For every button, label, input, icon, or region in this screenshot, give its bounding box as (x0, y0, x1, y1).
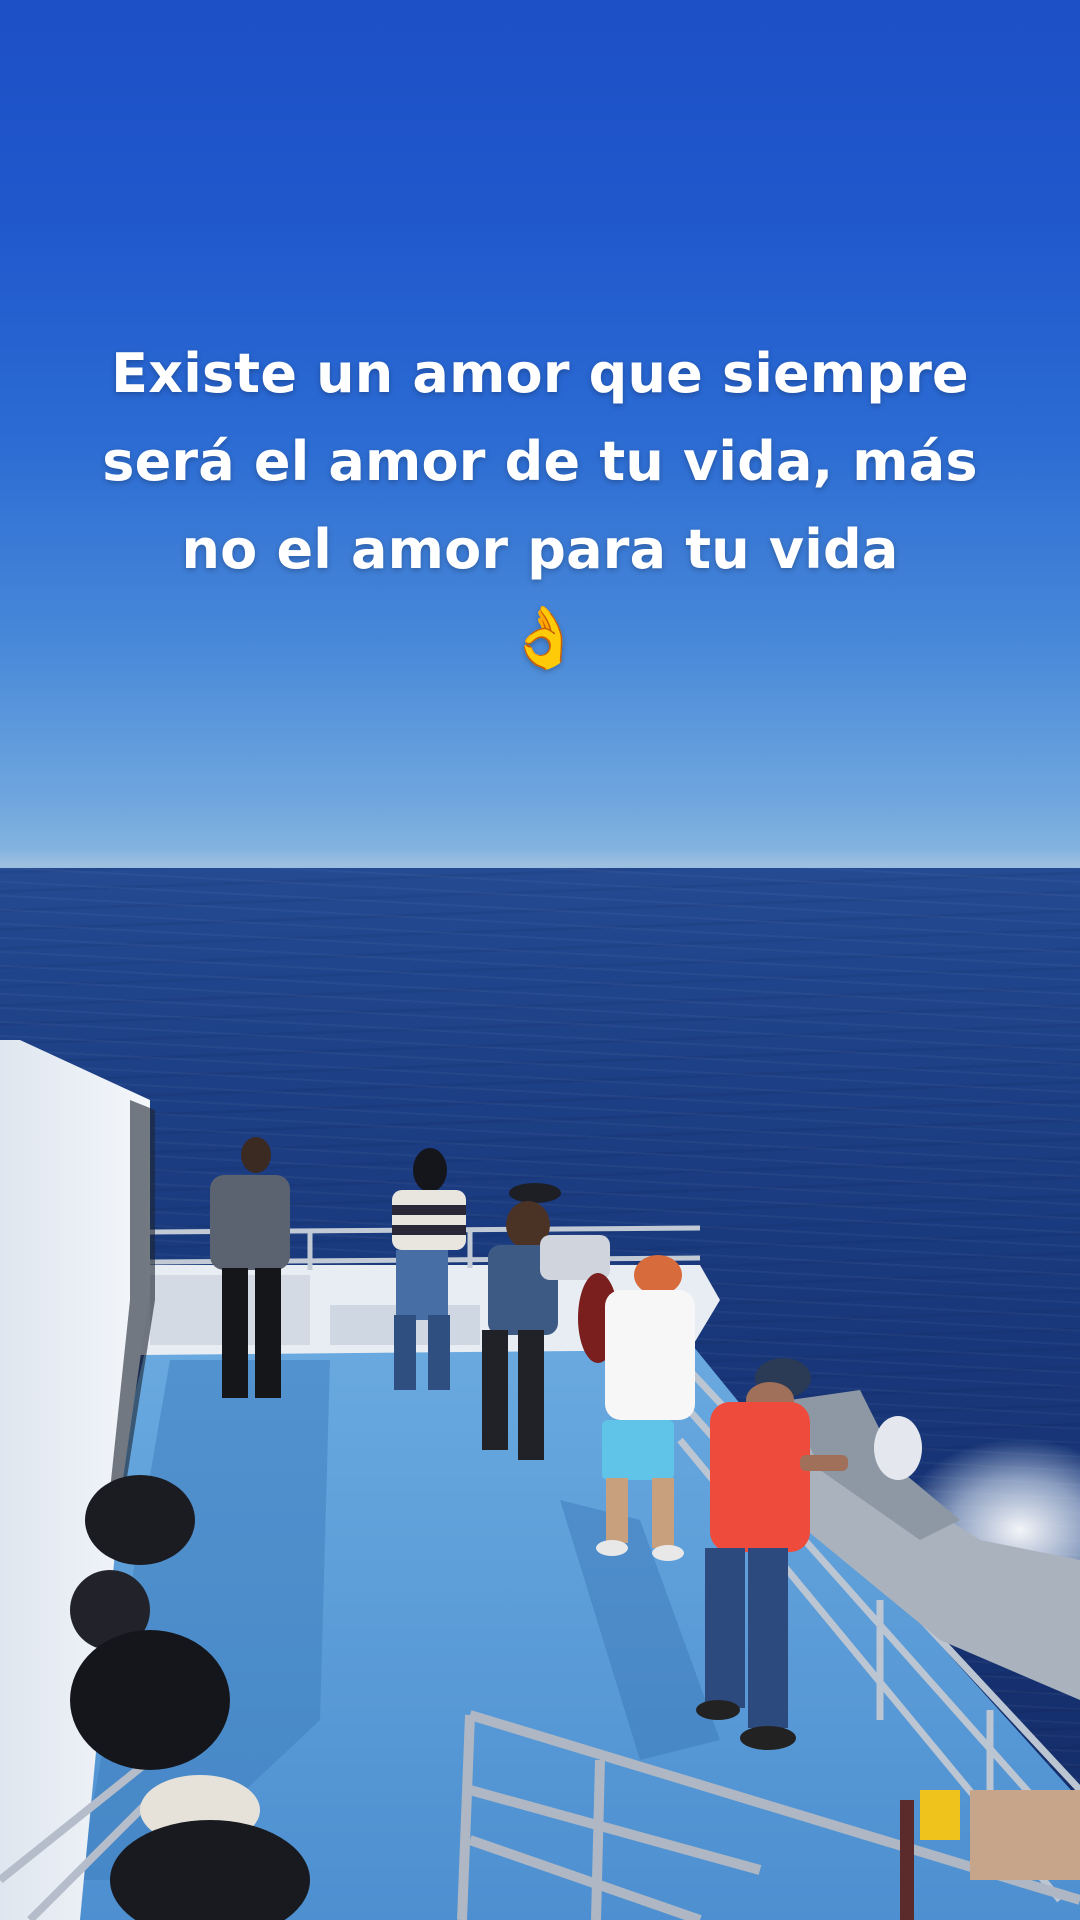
buoy (874, 1416, 922, 1480)
stair-post (900, 1800, 914, 1920)
crate (970, 1790, 1080, 1880)
ok-hand-emoji-icon: 👌 (506, 603, 582, 673)
caption-line-1: Existe un amor que siempre (111, 342, 969, 405)
caption-line-3-wrap: no el amor para tu vida 👌 (90, 506, 990, 682)
caption-line-3: no el amor para tu vida (181, 518, 899, 581)
caption-line-2: será el amor de tu vida, más (102, 430, 978, 493)
boat-deck-scene (0, 1040, 1080, 1920)
video-caption: Existe un amor que siempre será el amor … (90, 330, 990, 682)
yellow-box (920, 1790, 960, 1840)
video-frame: Existe un amor que siempre será el amor … (0, 0, 1080, 1920)
